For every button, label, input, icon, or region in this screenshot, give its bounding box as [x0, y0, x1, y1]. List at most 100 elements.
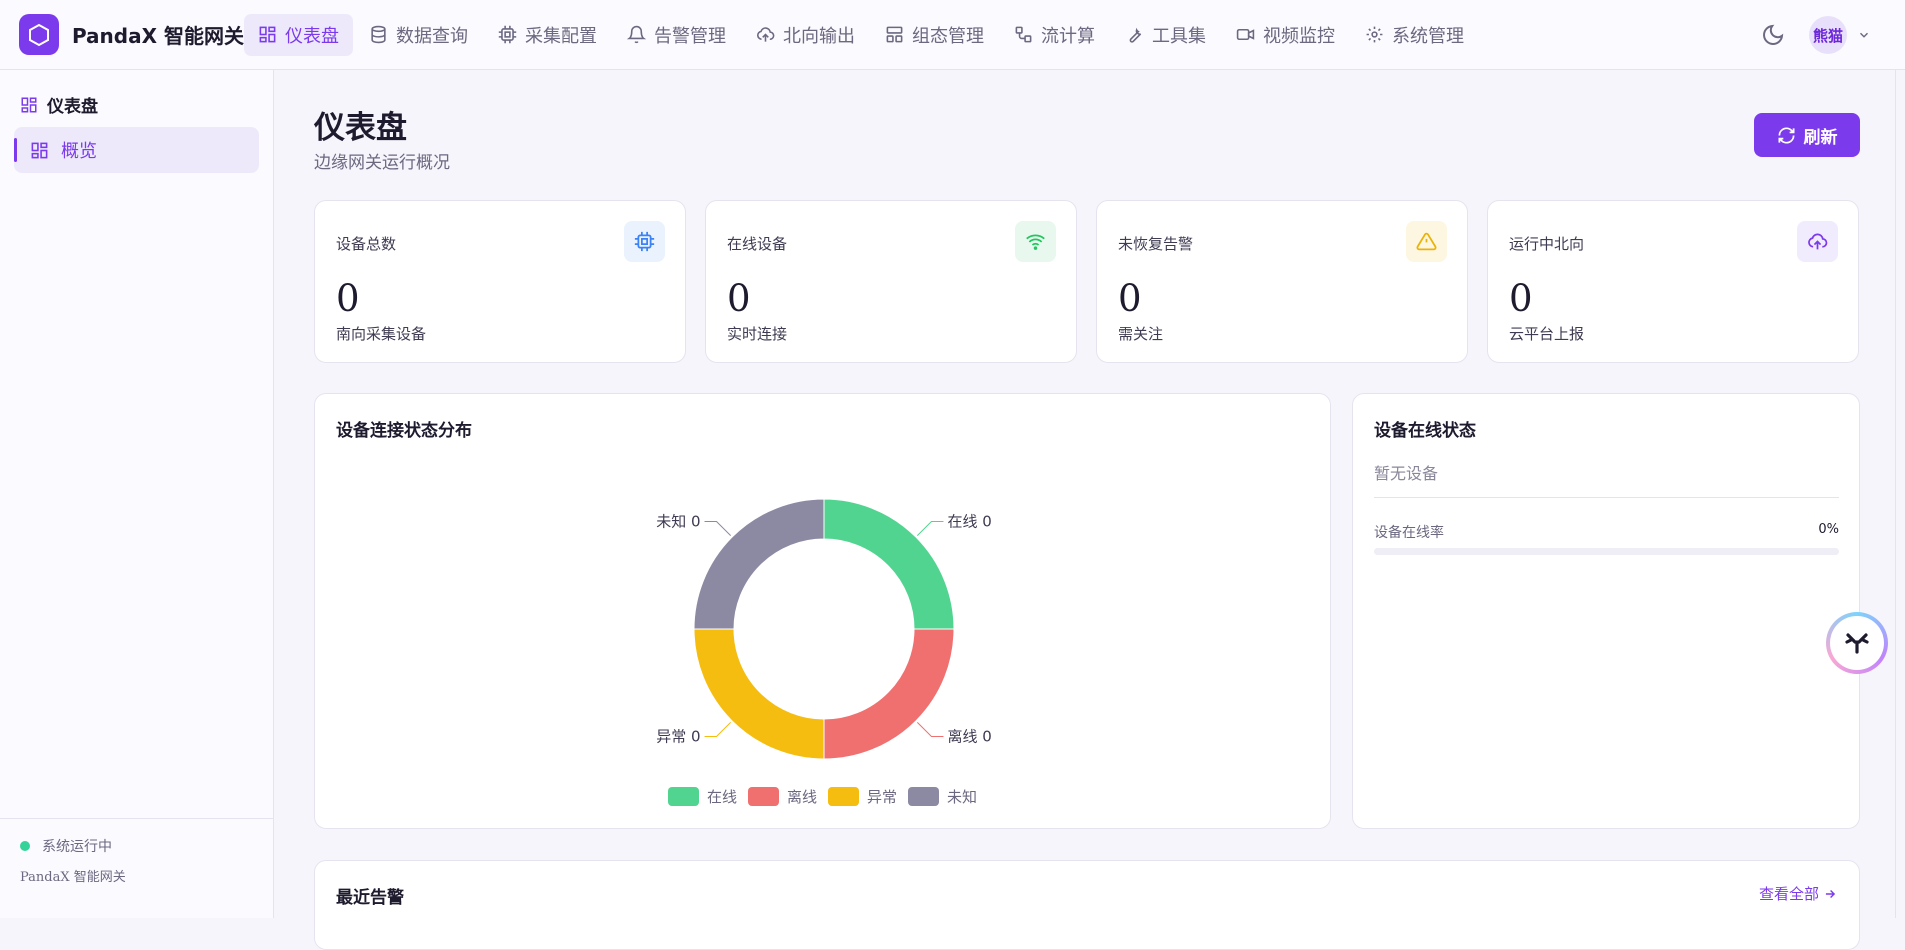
- online-rate-label: 设备在线率: [1374, 525, 1444, 541]
- assistant-badge[interactable]: [1826, 612, 1888, 674]
- donut-label-0: 在线 0: [947, 513, 991, 531]
- nav-item-system[interactable]: 系统管理: [1351, 14, 1478, 56]
- main-nav: 仪表盘 数据查询 采集配置 告警管理 北向输出 组态管理 流计算 工具集 视频监…: [244, 0, 1480, 70]
- donut-label-1: 离线 0: [947, 727, 991, 745]
- sidebar-section-label: 仪表盘: [47, 97, 98, 117]
- donut-leader-3: [704, 521, 732, 537]
- system-status-text: 系统运行中: [42, 839, 112, 855]
- stat-card-device-total: 设备总数 0 南向采集设备: [314, 200, 686, 363]
- donut-chart: 在线 0 离线 0 异常 0 未知 0: [656, 498, 992, 760]
- legend-item-3[interactable]: 未知: [908, 786, 977, 807]
- nav-item-stream[interactable]: 流计算: [1000, 14, 1109, 56]
- database-icon: [371, 25, 386, 44]
- chip-icon: [498, 25, 517, 44]
- nav-item-dashboard[interactable]: 仪表盘: [244, 13, 353, 56]
- chart-legend: 在线 离线 异常 未知: [668, 786, 988, 807]
- chevron-down-icon[interactable]: [1857, 28, 1871, 42]
- page-subtitle: 边缘网关运行概况: [314, 153, 450, 173]
- connection-status-panel: 设备连接状态分布 在线 0 离线 0 异常 0 未知 0 在线 离线 异常 未知: [314, 393, 1331, 829]
- panel-title: 设备在线状态: [1374, 421, 1476, 441]
- brand-name: PandaX 智能网关: [71, 24, 244, 48]
- refresh-icon: [1778, 126, 1794, 144]
- legend-swatch: [908, 787, 940, 806]
- nav-item-northbound[interactable]: 北向输出: [742, 14, 869, 56]
- avatar[interactable]: 熊猫: [1809, 16, 1847, 54]
- cloud-upload-icon: [1797, 221, 1838, 262]
- view-all-label: 查看全部: [1758, 885, 1819, 903]
- legend-label: 未知: [947, 788, 978, 806]
- stat-label: 运行中北向: [1509, 235, 1585, 253]
- stat-card-unresolved-alarms: 未恢复告警 0 需关注: [1096, 200, 1468, 363]
- nav-label: 采集配置: [525, 25, 597, 47]
- view-all-link[interactable]: 查看全部: [1759, 883, 1837, 904]
- stat-card-online-devices: 在线设备 0 实时连接: [705, 200, 1077, 363]
- online-rate-bar: [1374, 548, 1839, 555]
- refresh-button[interactable]: 刷新: [1754, 113, 1860, 157]
- recent-alerts-panel: 最近告警 查看全部: [314, 860, 1860, 950]
- legend-swatch: [668, 787, 699, 806]
- stat-value: 0: [1118, 277, 1142, 320]
- nav-label: 系统管理: [1392, 25, 1464, 47]
- stat-value: 0: [336, 277, 360, 320]
- sidebar-footer: 系统运行中 PandaX 智能网关: [0, 818, 273, 918]
- system-name: PandaX 智能网关: [20, 870, 126, 885]
- nav-item-collect-config[interactable]: 采集配置: [484, 14, 611, 56]
- sidebar-item-overview[interactable]: 概览: [14, 127, 259, 173]
- status-dot: [20, 841, 30, 851]
- empty-state: 暂无设备: [1374, 464, 1439, 483]
- stat-label: 未恢复告警: [1118, 235, 1194, 253]
- legend-swatch: [748, 787, 780, 806]
- nav-item-data-query[interactable]: 数据查询: [355, 14, 482, 56]
- donut-leader-0: [916, 521, 944, 537]
- legend-item-2[interactable]: 异常: [828, 786, 897, 807]
- layout-icon: [886, 26, 903, 43]
- stat-value: 0: [1509, 277, 1533, 320]
- nav-item-video[interactable]: 视频监控: [1222, 14, 1349, 56]
- video-icon: [1236, 28, 1255, 41]
- wrench-icon: [1129, 27, 1142, 43]
- online-rate-value: 0%: [1818, 522, 1839, 537]
- warning-icon: [1406, 221, 1447, 262]
- nav-label: 工具集: [1152, 25, 1206, 47]
- moon-icon[interactable]: [1761, 23, 1785, 47]
- legend-item-1[interactable]: 离线: [748, 786, 817, 807]
- stat-desc: 实时连接: [727, 325, 788, 343]
- bell-icon: [627, 25, 646, 44]
- chip-icon: [624, 221, 665, 262]
- top-bar: PandaX 智能网关 仪表盘 数据查询 采集配置 告警管理 北向输出 组态管理: [0, 0, 1905, 70]
- nav-label: 视频监控: [1263, 25, 1335, 47]
- donut-leader-2: [704, 721, 732, 737]
- scrollbar[interactable]: [1895, 70, 1905, 918]
- nav-item-scada[interactable]: 组态管理: [871, 14, 998, 56]
- nav-label: 仪表盘: [285, 25, 339, 47]
- gear-icon: [1366, 26, 1383, 43]
- donut-slice-2[interactable]: [693, 628, 825, 760]
- arrow-right-icon: [1825, 889, 1836, 898]
- dashboard-icon: [259, 26, 276, 43]
- online-status-panel: 设备在线状态 暂无设备 设备在线率 0%: [1352, 393, 1860, 829]
- flow-icon: [1015, 26, 1032, 43]
- wifi-icon: [1015, 221, 1056, 262]
- nav-label: 北向输出: [783, 25, 855, 47]
- donut-leader-1: [916, 721, 944, 737]
- donut-slice-0[interactable]: [823, 498, 955, 630]
- legend-label: 异常: [867, 788, 898, 806]
- cloud-upload-icon: [757, 27, 775, 42]
- sidebar-item-label: 概览: [61, 141, 97, 162]
- stat-label: 在线设备: [727, 235, 788, 253]
- nav-item-alarm[interactable]: 告警管理: [613, 14, 740, 56]
- legend-item-0[interactable]: 在线: [668, 786, 737, 807]
- donut-label-2: 异常 0: [656, 727, 700, 745]
- donut-slice-3[interactable]: [693, 498, 825, 630]
- nav-item-tools[interactable]: 工具集: [1111, 14, 1220, 56]
- stat-desc: 需关注: [1118, 325, 1164, 343]
- nav-label: 组态管理: [912, 25, 984, 47]
- sidebar: 仪表盘 概览 系统运行中 PandaX 智能网关: [0, 70, 274, 918]
- sidebar-section-dashboard[interactable]: 仪表盘: [0, 70, 273, 117]
- donut-slice-1[interactable]: [823, 628, 955, 760]
- brand[interactable]: PandaX 智能网关: [0, 14, 244, 55]
- legend-label: 在线: [707, 788, 738, 806]
- refresh-label: 刷新: [1803, 127, 1838, 148]
- legend-swatch: [828, 787, 860, 806]
- stat-desc: 云平台上报: [1509, 325, 1585, 343]
